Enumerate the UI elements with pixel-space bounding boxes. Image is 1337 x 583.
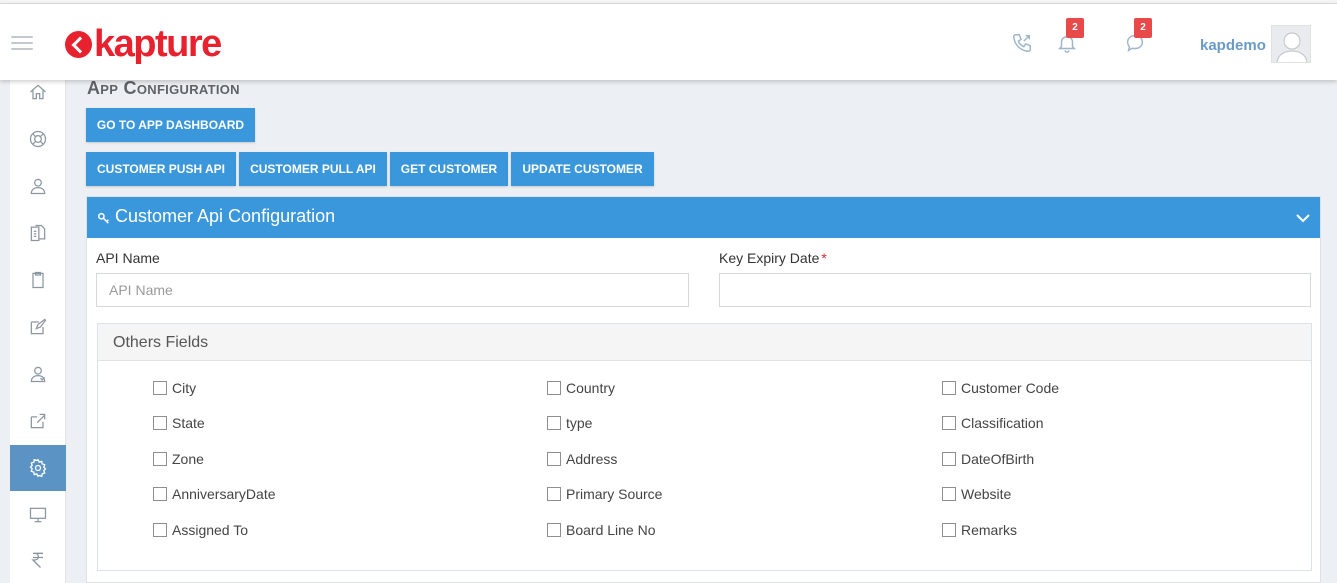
checkbox-city[interactable]: City <box>153 379 196 397</box>
sidebar <box>10 80 66 583</box>
checkbox-box[interactable] <box>153 523 167 537</box>
panel-header[interactable]: Customer Api Configuration <box>87 197 1320 238</box>
checkbox-assigned-to[interactable]: Assigned To <box>153 521 248 539</box>
checkbox-label: Assigned To <box>172 522 249 538</box>
rupee-icon <box>31 552 43 568</box>
home-icon <box>30 84 46 100</box>
documents-icon <box>30 224 46 242</box>
checkbox-date-of-birth[interactable]: DateOfBirth <box>942 450 1034 468</box>
checkbox-anniversary-date[interactable]: AnniversaryDate <box>153 485 276 503</box>
checkbox-state[interactable]: State <box>153 414 205 432</box>
checkbox-label: Address <box>566 451 618 467</box>
checkbox-box[interactable] <box>547 487 561 501</box>
edit-icon <box>30 318 47 335</box>
checkbox-box[interactable] <box>942 487 956 501</box>
checkbox-label: DateOfBirth <box>961 451 1035 467</box>
notifications-badge: 2 <box>1066 18 1084 38</box>
required-marker: * <box>821 250 827 266</box>
checkbox-box[interactable] <box>547 381 561 395</box>
sidebar-item-tasks[interactable] <box>10 257 66 303</box>
others-fields-header: Others Fields <box>98 324 1311 361</box>
checkbox-label: Country <box>566 380 616 396</box>
lifebuoy-icon <box>29 130 47 148</box>
sidebar-item-contacts[interactable] <box>10 351 66 397</box>
key-expiry-date-label: Key Expiry Date * <box>719 250 827 266</box>
checkbox-website[interactable]: Website <box>942 485 1011 503</box>
checkbox-label: Zone <box>172 451 204 467</box>
checkbox-address[interactable]: Address <box>547 450 617 468</box>
checkbox-customer-code[interactable]: Customer Code <box>942 379 1059 397</box>
checkbox-label: Primary Source <box>566 486 663 502</box>
checkbox-primary-source[interactable]: Primary Source <box>547 485 662 503</box>
checkbox-label: type <box>566 415 593 431</box>
tab-update-customer[interactable]: Update Customer <box>511 152 654 186</box>
checkbox-type[interactable]: type <box>547 414 592 432</box>
checkbox-box[interactable] <box>942 523 956 537</box>
sidebar-item-documents[interactable] <box>10 210 66 256</box>
users-icon <box>30 366 46 383</box>
panel-title: Customer Api Configuration <box>115 206 336 226</box>
checkbox-box[interactable] <box>153 452 167 466</box>
tab-customer-push-api[interactable]: Customer Push API <box>86 152 236 186</box>
chevron-down-icon[interactable] <box>1294 209 1312 227</box>
checkbox-label: Board Line No <box>566 522 656 538</box>
monitor-icon <box>29 507 47 523</box>
checkbox-label: Website <box>961 486 1012 502</box>
api-name-label: API Name <box>96 250 160 266</box>
checkbox-box[interactable] <box>547 452 561 466</box>
sidebar-item-settings[interactable] <box>10 445 66 491</box>
checkbox-label: Remarks <box>961 522 1018 538</box>
checkbox-box[interactable] <box>153 416 167 430</box>
checkbox-label: State <box>172 415 205 431</box>
checkbox-box[interactable] <box>153 487 167 501</box>
checkbox-classification[interactable]: Classification <box>942 414 1043 432</box>
key-icon <box>97 212 109 224</box>
sidebar-item-customers[interactable] <box>10 163 66 209</box>
menu-toggle-icon[interactable] <box>11 36 33 52</box>
settings-icon <box>29 458 47 478</box>
sidebar-item-monitor[interactable] <box>10 492 66 538</box>
customer-api-configuration-panel: Customer Api Configuration API Name Key … <box>86 196 1321 583</box>
checkbox-zone[interactable]: Zone <box>153 450 204 468</box>
share-icon <box>30 413 46 429</box>
phone-icon[interactable] <box>1011 32 1033 54</box>
checkbox-remarks[interactable]: Remarks <box>942 521 1017 539</box>
logo-text: kapture <box>94 23 222 65</box>
tab-customer-pull-api[interactable]: Customer Pull API <box>239 152 387 186</box>
clipboard-icon <box>32 271 44 289</box>
checkbox-label: City <box>172 380 197 396</box>
sidebar-item-support[interactable] <box>10 116 66 162</box>
checkbox-board-line-no[interactable]: Board Line No <box>547 521 656 539</box>
page-title: App Configuration <box>87 78 240 98</box>
checkbox-box[interactable] <box>942 381 956 395</box>
others-fields-section: Others Fields City State Zone Anniversar… <box>97 323 1312 571</box>
checkbox-box[interactable] <box>942 452 956 466</box>
logo[interactable]: kapture <box>65 22 222 66</box>
others-fields-title: Others Fields <box>113 334 209 351</box>
messages-badge: 2 <box>1134 18 1152 38</box>
sidebar-item-share[interactable] <box>10 398 66 444</box>
api-name-input[interactable] <box>96 273 689 307</box>
checkbox-country[interactable]: Country <box>547 379 615 397</box>
checkbox-box[interactable] <box>547 523 561 537</box>
checkbox-box[interactable] <box>547 416 561 430</box>
checkbox-label: Classification <box>961 415 1044 431</box>
sidebar-item-billing[interactable] <box>10 537 66 583</box>
user-avatar-icon[interactable] <box>1271 25 1311 63</box>
key-expiry-date-input[interactable] <box>719 273 1311 307</box>
checkbox-label: Customer Code <box>961 380 1060 396</box>
logo-mark-icon <box>65 30 92 58</box>
go-to-app-dashboard-button[interactable]: Go to App Dashboard <box>86 108 255 142</box>
top-header: kapture 2 2 kapdemo <box>0 3 1337 80</box>
checkbox-box[interactable] <box>942 416 956 430</box>
username[interactable]: kapdemo <box>1200 37 1266 54</box>
user-icon <box>30 178 46 195</box>
sidebar-item-edit[interactable] <box>10 304 66 350</box>
checkbox-box[interactable] <box>153 381 167 395</box>
tab-get-customer[interactable]: Get Customer <box>390 152 508 186</box>
checkbox-label: AnniversaryDate <box>172 486 276 502</box>
